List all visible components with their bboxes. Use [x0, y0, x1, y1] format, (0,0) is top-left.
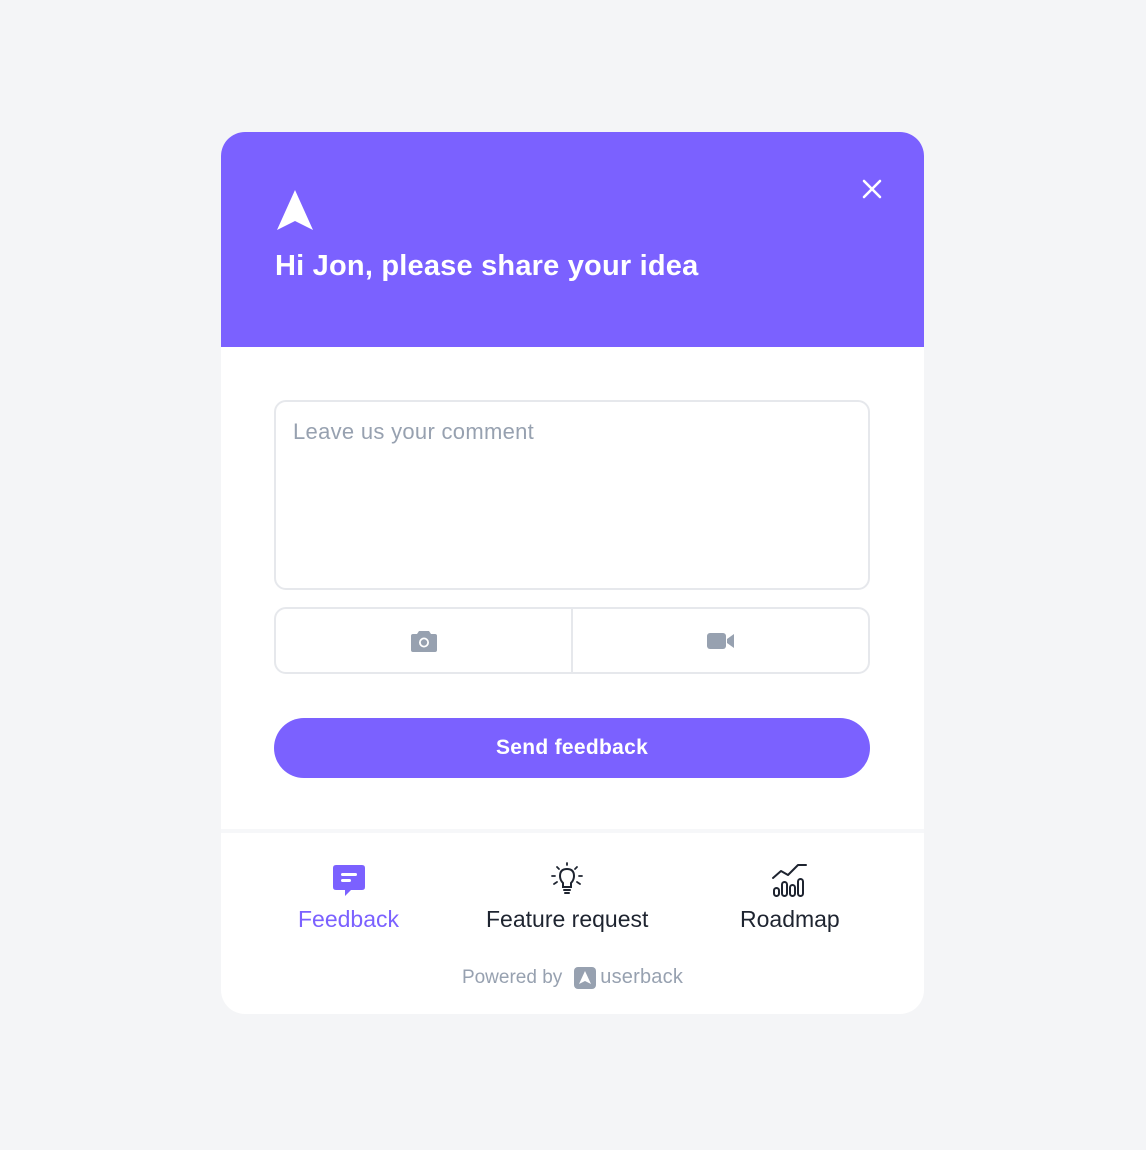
nav-label-feedback: Feedback	[298, 906, 400, 932]
userback-arrow-icon	[277, 190, 313, 230]
send-feedback-button[interactable]: Send feedback	[274, 718, 870, 778]
powered-by-footer: Powered by userback	[221, 966, 924, 989]
video-record-button[interactable]	[571, 609, 868, 672]
section-divider	[221, 829, 924, 833]
powered-by-text: Powered by	[461, 966, 563, 988]
chart-trend-icon	[771, 864, 807, 897]
widget-title: Hi Jon, please share your idea	[275, 250, 699, 282]
close-icon[interactable]	[857, 174, 887, 204]
userback-brand-link[interactable]: userback	[574, 966, 683, 989]
nav-item-roadmap[interactable]: Roadmap	[740, 860, 840, 933]
brand-name: userback	[600, 966, 684, 988]
capture-toolbar	[274, 607, 870, 674]
comment-input[interactable]	[276, 402, 868, 588]
lightbulb-icon	[551, 862, 584, 894]
video-camera-icon	[706, 632, 734, 649]
camera-icon	[410, 630, 437, 652]
widget-header: Hi Jon, please share your idea	[221, 132, 924, 347]
screenshot-button[interactable]	[276, 609, 571, 672]
nav-label-roadmap: Roadmap	[740, 906, 840, 932]
feedback-widget: Hi Jon, please share your idea Send feed…	[221, 132, 924, 1014]
nav-label-feature-request: Feature request	[486, 906, 649, 932]
nav-item-feature-request[interactable]: Feature request	[486, 860, 648, 933]
comment-field	[274, 400, 870, 590]
chat-message-icon	[332, 865, 365, 896]
nav-item-feedback[interactable]: Feedback	[298, 860, 399, 933]
userback-logo-icon	[574, 966, 597, 989]
